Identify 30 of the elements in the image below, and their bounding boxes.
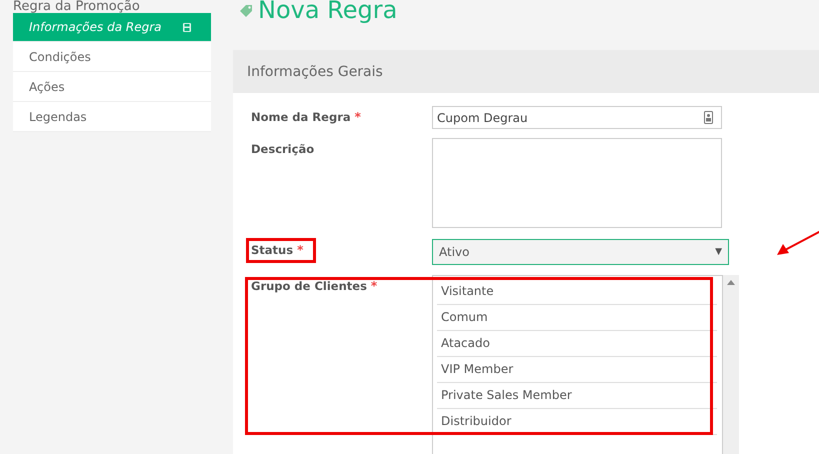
caret-icon: ▼ [715, 247, 722, 257]
list-option[interactable]: Visitante [437, 279, 717, 305]
sidebar-heading: Regra da Promoção [13, 0, 141, 13]
customer-group-list[interactable]: Visitante Comum Atacado VIP Member Private Sales Member Distribuidor [432, 275, 723, 454]
tag-icon [239, 4, 254, 16]
required-mark: * [370, 279, 378, 293]
required-mark: * [354, 110, 361, 124]
annotation-arrow [775, 229, 819, 257]
field-label: Grupo de Clientes [251, 279, 367, 293]
field-label: Status [251, 243, 294, 257]
list-option[interactable]: Comum [437, 305, 717, 331]
list-option[interactable]: VIP Member [437, 357, 717, 383]
save-icon [183, 22, 191, 32]
description-field[interactable] [432, 138, 722, 228]
field-label: Descrição [251, 142, 314, 156]
scroll-up-icon [727, 280, 735, 285]
page-title: Nova Regra [258, 0, 398, 22]
input-field[interactable]: Cupom Degrau [432, 106, 722, 129]
field-label: Nome da Regra [251, 110, 351, 124]
list-option[interactable]: Private Sales Member [437, 383, 717, 409]
required-mark: * [297, 243, 304, 257]
list-option[interactable]: Distribuidor [437, 409, 717, 435]
contact-card-icon [704, 111, 713, 124]
sidebar-item[interactable]: Legendas [13, 102, 211, 132]
sidebar-item[interactable]: Ações [13, 72, 211, 102]
status-dropdown[interactable]: Ativo ▼ [432, 239, 729, 265]
scrollbar[interactable] [723, 275, 739, 454]
panel-title: Informações Gerais [247, 64, 383, 80]
list-option[interactable]: Atacado [437, 331, 717, 357]
sidebar-item[interactable]: Condições [13, 42, 211, 72]
